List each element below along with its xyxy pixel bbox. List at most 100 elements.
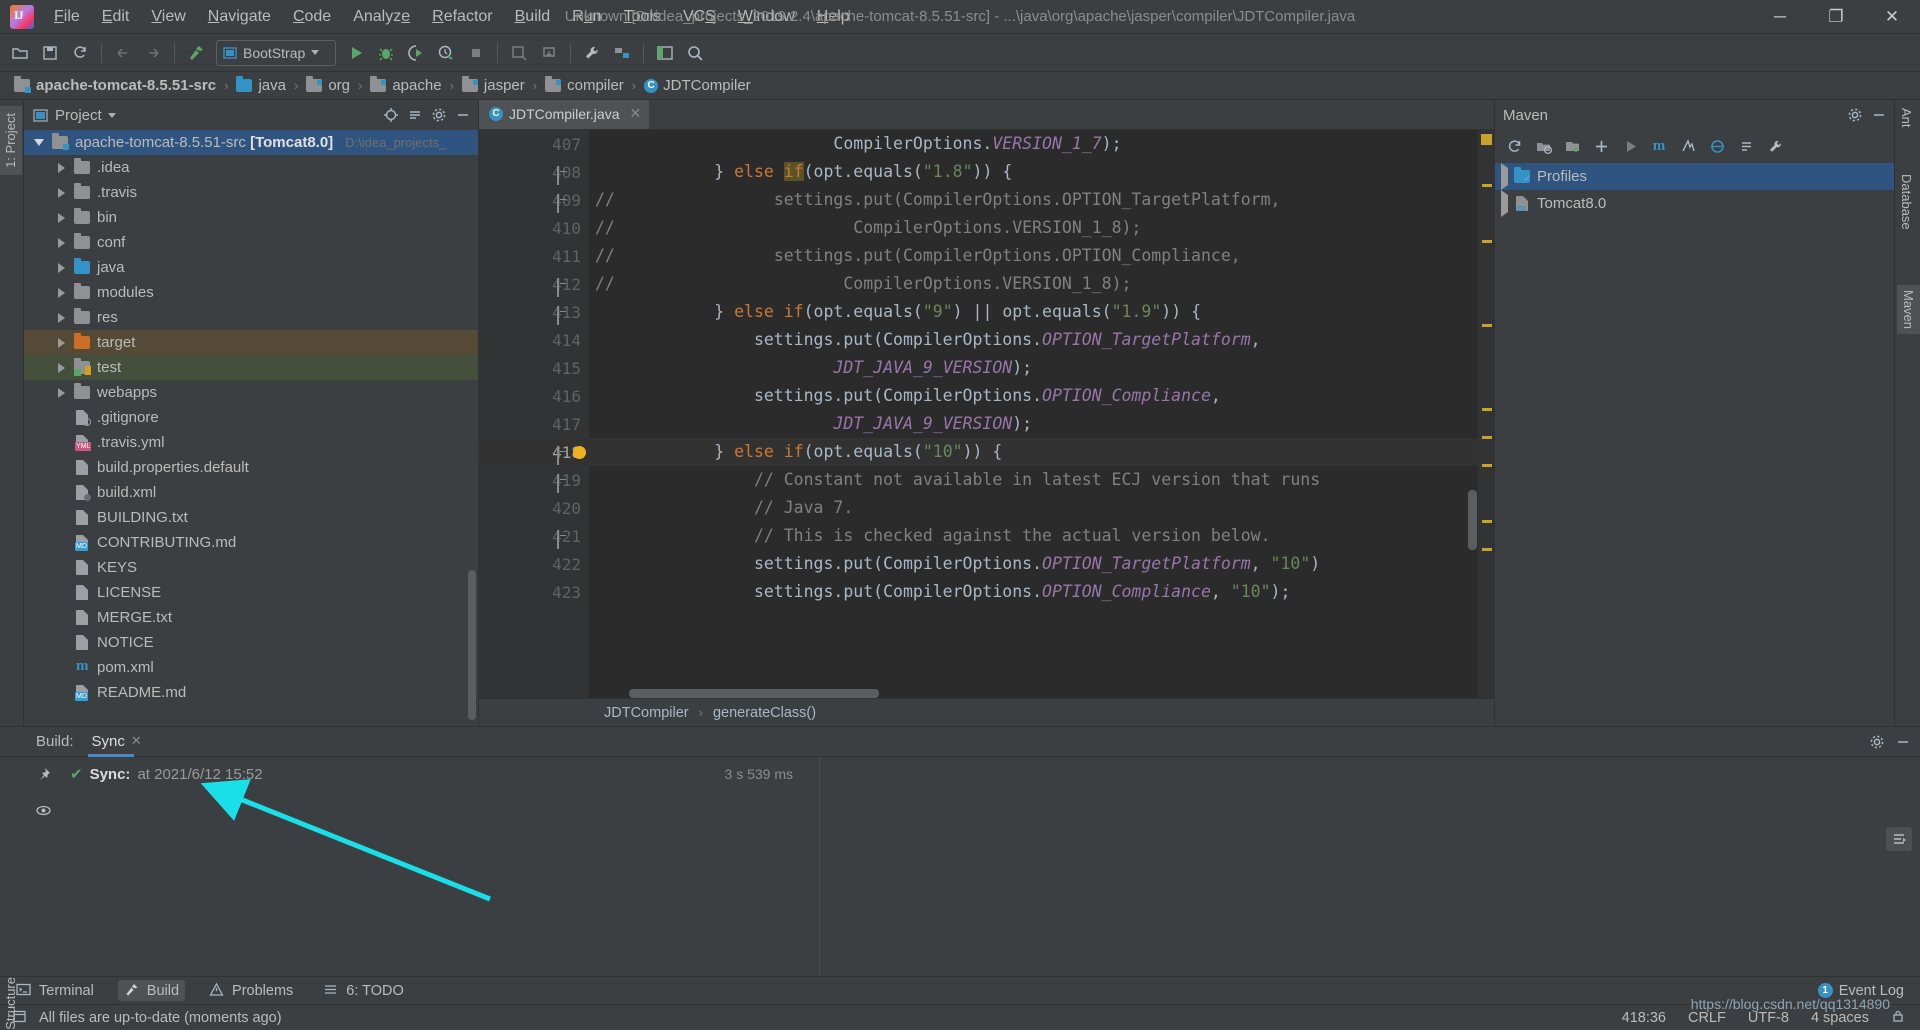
forward-arrow-icon[interactable] (139, 39, 167, 67)
settings-wrench-icon[interactable] (1761, 133, 1789, 159)
collapse-all-icon[interactable] (404, 104, 426, 126)
add-maven-project-icon[interactable] (1558, 133, 1586, 159)
code-line[interactable]: // This is checked against the actual ve… (589, 522, 1478, 550)
toggle-toolwindow-icon[interactable] (651, 39, 679, 67)
tree-node[interactable]: KEYS (24, 555, 478, 580)
horizontal-scrollbar[interactable] (629, 689, 879, 698)
tree-node[interactable]: java (24, 255, 478, 280)
tree-node[interactable]: res (24, 305, 478, 330)
editor-tab-strip[interactable]: C JDTCompiler.java ✕ (479, 100, 1494, 130)
maven-tree-node[interactable]: m Tomcat8.0 (1495, 190, 1894, 217)
breadcrumb-item-class[interactable]: C JDTCompiler (640, 76, 755, 95)
stop-icon[interactable] (462, 39, 490, 67)
tool-window-todo[interactable]: 6: TODO (317, 980, 409, 1001)
menu-tools[interactable]: Tools (613, 3, 672, 31)
hide-icon[interactable] (452, 104, 474, 126)
bottom-tool-window-bar[interactable]: Terminal Build Problems 6: TODO 1 Event … (0, 976, 1920, 1004)
sidebar-item-project[interactable]: 1: Project (0, 106, 22, 175)
chevron-right-icon[interactable] (54, 187, 68, 198)
update-project-icon[interactable] (505, 39, 533, 67)
error-stripe-mark[interactable] (1482, 520, 1492, 523)
gear-icon[interactable] (1866, 731, 1888, 753)
tree-node[interactable]: build.properties.default (24, 455, 478, 480)
maven-toolbar[interactable]: m (1495, 130, 1894, 162)
run-configuration-selector[interactable]: BootStrap (216, 39, 336, 66)
error-stripe-marks[interactable] (1478, 130, 1494, 698)
fold-column[interactable] (551, 130, 589, 698)
fold-marker[interactable] (557, 474, 568, 493)
fold-marker[interactable] (557, 278, 568, 297)
project-panel-actions[interactable] (380, 104, 474, 126)
maven-tree-node[interactable]: ✓ Profiles (1495, 163, 1894, 190)
chevron-right-icon[interactable] (54, 237, 68, 248)
plus-icon[interactable] (1587, 133, 1615, 159)
main-toolbar[interactable]: BootStrap (0, 34, 1920, 72)
tree-node[interactable]: .gitignore (24, 405, 478, 430)
code-line[interactable]: settings.put(CompilerOptions.OPTION_Comp… (589, 578, 1478, 606)
menu-run[interactable]: Run (561, 3, 612, 31)
run-icon[interactable] (342, 39, 370, 67)
tree-node[interactable]: .idea (24, 155, 478, 180)
error-stripe-mark[interactable] (1481, 134, 1492, 145)
build-panel-actions[interactable] (1866, 731, 1920, 753)
close-icon[interactable]: ✕ (131, 733, 142, 749)
status-bar-icon[interactable] (12, 1009, 29, 1026)
run-coverage-icon[interactable] (402, 39, 430, 67)
menu-build[interactable]: Build (504, 3, 562, 31)
breadcrumb-item-apache[interactable]: apache (366, 76, 445, 95)
right-tool-window-bar[interactable]: Ant Database Maven (1894, 100, 1920, 726)
editor-tab-jdtcompiler[interactable]: C JDTCompiler.java ✕ (479, 100, 650, 129)
chevron-right-icon[interactable] (54, 312, 68, 323)
skip-tests-icon[interactable] (1674, 133, 1702, 159)
code-line[interactable]: JDT_JAVA_9_VERSION); (589, 354, 1478, 382)
code-line[interactable]: // settings.put(CompilerOptions.OPTION_C… (589, 242, 1478, 270)
project-structure-icon[interactable] (608, 39, 636, 67)
editor-breadcrumb-method[interactable]: generateClass() (713, 705, 816, 721)
code-line[interactable]: // settings.put(CompilerOptions.OPTION_T… (589, 186, 1478, 214)
code-line[interactable]: // CompilerOptions.VERSION_1_8); (589, 270, 1478, 298)
breadcrumb-item-org[interactable]: org (302, 76, 354, 95)
error-stripe-mark[interactable] (1482, 240, 1492, 243)
hide-icon[interactable] (1868, 104, 1890, 126)
fold-marker[interactable] (557, 194, 568, 213)
build-tab-sync[interactable]: Sync ✕ (87, 728, 146, 757)
execute-goal-icon[interactable] (1616, 133, 1644, 159)
caret-position[interactable]: 418:36 (1622, 1010, 1666, 1026)
chevron-right-icon[interactable] (54, 212, 68, 223)
error-stripe-mark[interactable] (1482, 436, 1492, 439)
fold-marker[interactable] (557, 530, 568, 549)
intention-bulb-icon[interactable] (573, 446, 586, 459)
code-editor[interactable]: 407 408 409 410 411 412 413 414 415 416 417 418 419 4… (479, 130, 1494, 698)
tree-node[interactable]: modules (24, 280, 478, 305)
download-sources-icon[interactable] (1529, 133, 1557, 159)
project-tree-scrollbar[interactable] (468, 570, 476, 720)
chevron-right-icon[interactable] (54, 287, 68, 298)
open-folder-icon[interactable] (6, 39, 34, 67)
code-line[interactable]: CompilerOptions.VERSION_1_7); (589, 130, 1478, 158)
breadcrumb-item-compiler[interactable]: compiler (541, 76, 628, 95)
tree-node[interactable]: test (24, 355, 478, 380)
chevron-right-icon[interactable] (54, 162, 68, 173)
tool-window-build[interactable]: Build (117, 980, 186, 1001)
tree-node[interactable]: MD CONTRIBUTING.md (24, 530, 478, 555)
chevron-down-icon[interactable] (311, 50, 320, 55)
hide-icon[interactable] (1892, 731, 1914, 753)
close-button[interactable]: ✕ (1864, 0, 1920, 34)
chevron-right-icon[interactable] (1501, 163, 1508, 190)
offline-mode-icon[interactable] (1703, 133, 1731, 159)
gear-icon[interactable] (1844, 104, 1866, 126)
sidebar-item-ant[interactable]: Ant (1899, 108, 1914, 128)
tree-node[interactable]: NOTICE (24, 630, 478, 655)
chevron-down-icon[interactable] (32, 139, 46, 146)
code-line[interactable]: } else if(opt.equals("1.8")) { (589, 158, 1478, 186)
code-line[interactable]: settings.put(CompilerOptions.OPTION_Targ… (589, 326, 1478, 354)
fold-marker[interactable] (557, 166, 568, 185)
locate-target-icon[interactable] (380, 104, 402, 126)
tree-node[interactable]: bin (24, 205, 478, 230)
tool-window-terminal[interactable]: Terminal (10, 980, 100, 1001)
code-content[interactable]: CompilerOptions.VERSION_1_7); } else if(… (589, 130, 1478, 698)
close-icon[interactable]: ✕ (629, 105, 641, 122)
build-console[interactable] (820, 757, 1920, 976)
sync-refresh-icon[interactable] (66, 39, 94, 67)
tree-node[interactable]: conf (24, 230, 478, 255)
